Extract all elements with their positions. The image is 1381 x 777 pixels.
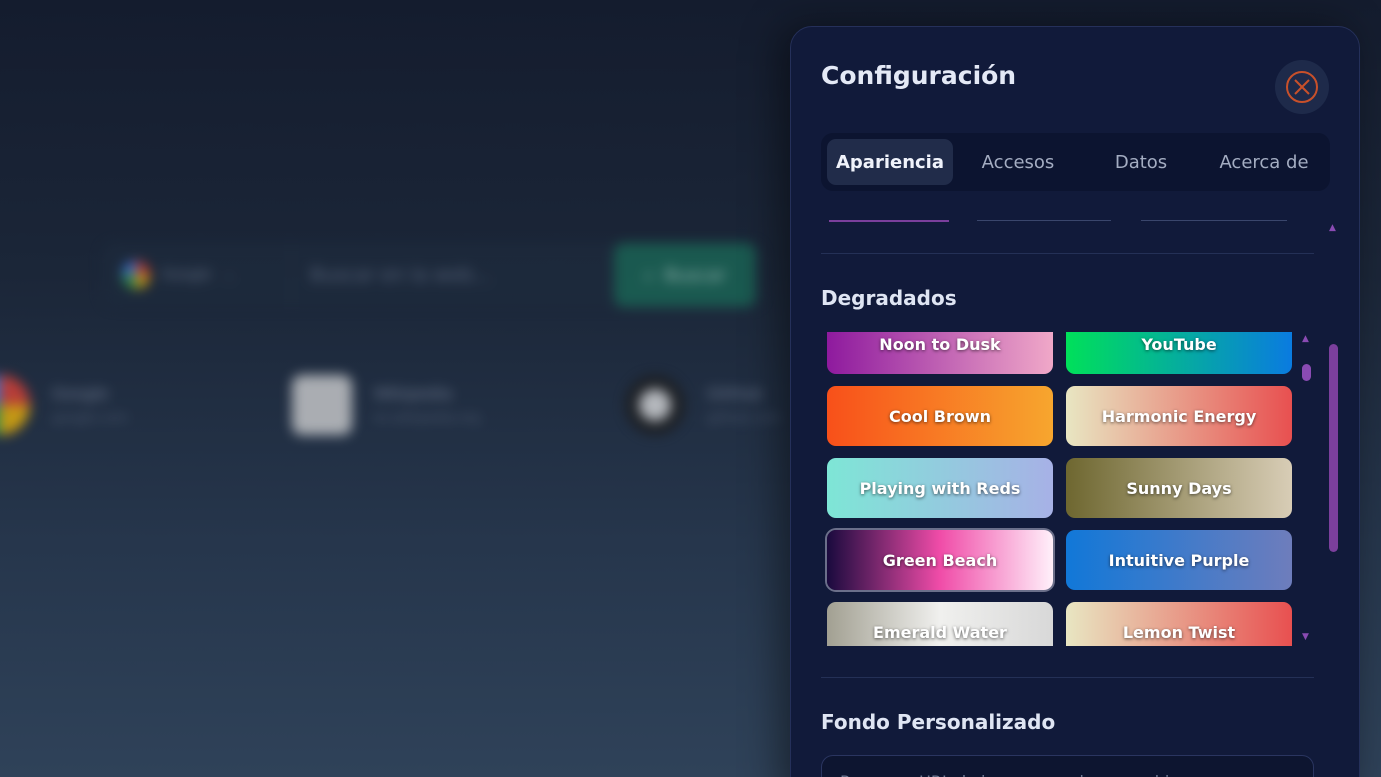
google-icon [0,375,30,435]
gradient-option[interactable]: Lemon Twist [1066,602,1292,646]
search-engine-selector[interactable]: Google ⌄ [102,243,292,307]
tab-accesos[interactable]: Accesos [961,139,1075,185]
shortcut-name: Google [52,384,109,403]
shortcut-wikipedia[interactable]: Wikipedia es.wikipedia.org [292,355,480,455]
gradient-option[interactable]: Green Beach [827,530,1053,590]
custom-background-input[interactable]: Pega una URL de imagen o sube un archivo [821,755,1314,777]
grid-scrollbar-thumb[interactable] [1302,364,1311,381]
gradient-option[interactable]: Noon to Dusk [827,332,1053,374]
previous-section-edge [1141,220,1287,221]
shortcut-name: Wikipedia [374,384,453,403]
tab-datos[interactable]: Datos [1083,139,1199,185]
shortcut-google[interactable]: Google google.com [0,355,128,455]
settings-tabs: Apariencia Accesos Datos Acerca de [821,133,1330,191]
shortcut-name: GitHub [707,384,763,403]
gradient-option[interactable]: Cool Brown [827,386,1053,446]
wikipedia-icon [292,375,352,435]
previous-section-edge [977,220,1111,221]
search-bar: Google ⌄ Buscar en la web... ⌕ Buscar [102,243,762,307]
settings-panel: Configuración Apariencia Accesos Datos A… [790,26,1360,777]
divider [821,253,1314,254]
shortcut-url: github.com [707,411,781,426]
search-icon: ⌕ [644,264,655,286]
tab-apariencia[interactable]: Apariencia [827,139,953,185]
google-logo-icon [122,261,150,289]
divider [821,677,1314,678]
search-button-label: Buscar [664,264,726,286]
gradient-option[interactable]: Emerald Water [827,602,1053,646]
shortcut-url: es.wikipedia.org [374,411,480,426]
scroll-up-arrow-icon[interactable]: ▲ [1329,223,1336,233]
shortcut-url: google.com [52,411,128,426]
close-icon [1286,71,1318,103]
search-button[interactable]: ⌕ Buscar [614,243,756,307]
search-engine-label: Google [162,267,212,283]
gradient-option[interactable]: Sunny Days [1066,458,1292,518]
gradients-section-title: Degradados [821,286,957,310]
gradient-option[interactable]: Playing with Reds [827,458,1053,518]
panel-title: Configuración [821,61,1017,90]
tab-acerca-de[interactable]: Acerca de [1201,139,1327,185]
github-icon [625,375,685,435]
previous-section-edge [829,220,949,222]
gradient-option[interactable]: Intuitive Purple [1066,530,1292,590]
grid-scroll-down-icon[interactable]: ▼ [1302,632,1309,642]
chevron-down-icon: ⌄ [223,267,236,283]
gradient-option[interactable]: Harmonic Energy [1066,386,1292,446]
shortcut-github[interactable]: GitHub github.com [625,355,781,455]
gradient-option[interactable]: YouTube [1066,332,1292,374]
custom-background-section-title: Fondo Personalizado [821,710,1056,734]
grid-scroll-up-icon[interactable]: ▲ [1302,334,1309,344]
close-button[interactable] [1275,60,1329,114]
panel-scrollbar-thumb[interactable] [1329,344,1338,552]
gradients-grid: Noon to Dusk YouTube Cool Brown Harmonic… [821,332,1301,646]
